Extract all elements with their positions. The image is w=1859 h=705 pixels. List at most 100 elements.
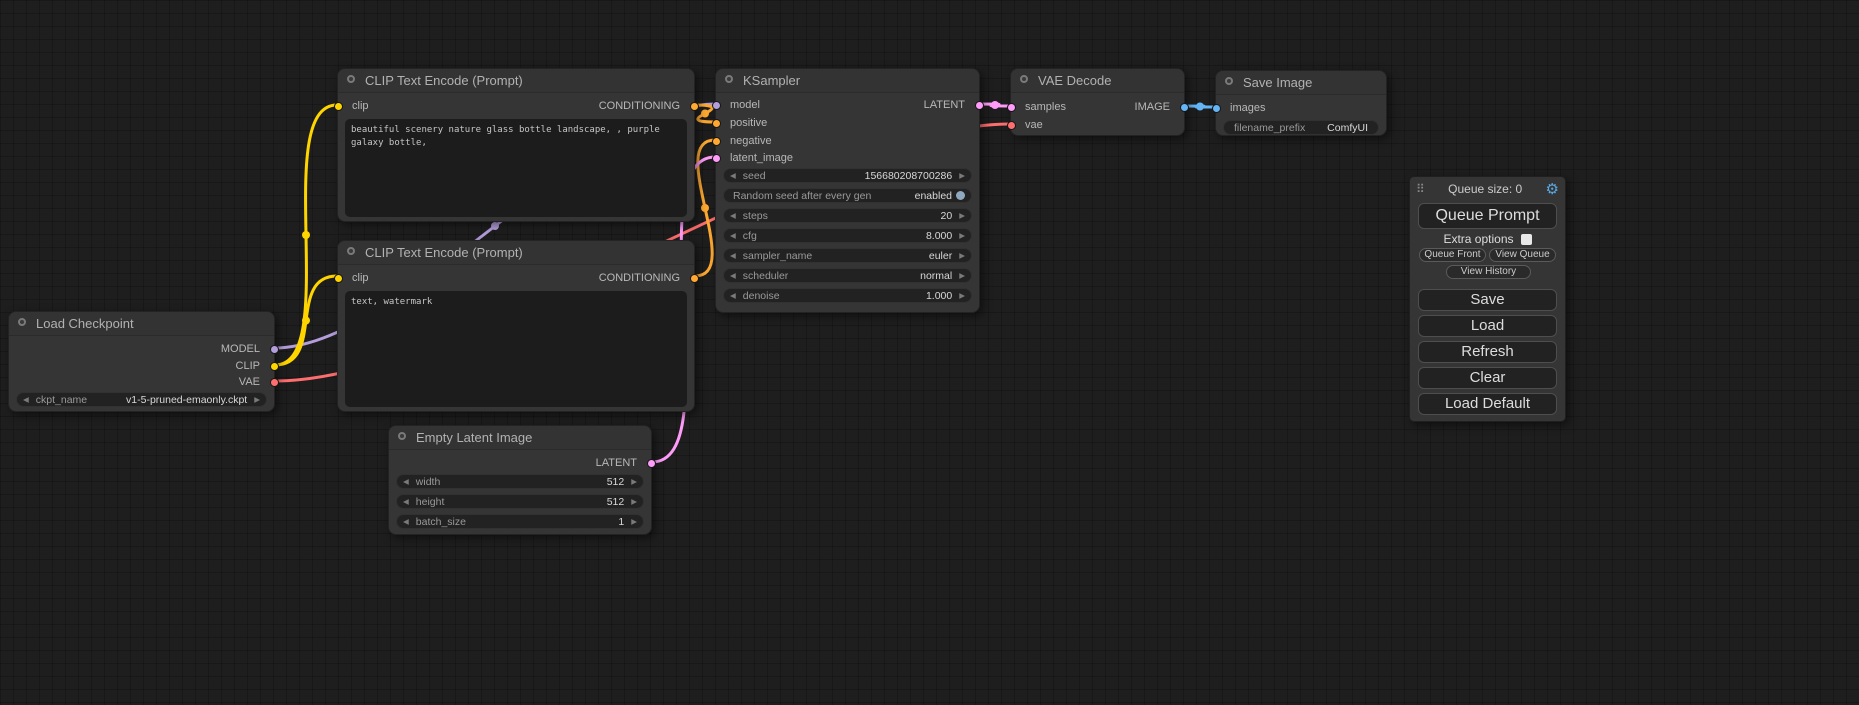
output-dot-conditioning[interactable] (690, 274, 699, 283)
node-clip-text-encode-positive[interactable]: CLIP Text Encode (Prompt) clip CONDITION… (337, 68, 695, 222)
view-history-button[interactable]: View History (1446, 265, 1531, 279)
graph-canvas[interactable]: Load Checkpoint MODEL CLIP VAE ◀ ckpt_na… (0, 0, 1859, 705)
increment-arrow-icon[interactable]: ▶ (631, 474, 637, 489)
prev-arrow-icon[interactable]: ◀ (730, 248, 736, 263)
node-title-bar[interactable]: Save Image (1216, 71, 1386, 95)
node-vae-decode[interactable]: VAE Decode samples IMAGE vae (1010, 68, 1185, 136)
next-arrow-icon[interactable]: ▶ (254, 392, 260, 407)
node-save-image[interactable]: Save Image images filename_prefix ComfyU… (1215, 70, 1387, 136)
output-slot-conditioning[interactable]: CONDITIONING (338, 270, 694, 286)
node-title-bar[interactable]: Empty Latent Image (389, 426, 651, 450)
prompt-textarea[interactable]: text, watermark (345, 291, 687, 407)
collapse-dot-icon[interactable] (725, 75, 733, 83)
drag-handle-icon[interactable]: ⠿ (1416, 182, 1425, 196)
output-slot-latent[interactable]: LATENT (716, 97, 979, 113)
widget-seed[interactable]: ◀ seed 156680208700286 ▶ (723, 168, 972, 183)
output-dot-latent[interactable] (647, 459, 656, 468)
next-arrow-icon[interactable]: ▶ (959, 268, 965, 283)
next-arrow-icon[interactable]: ▶ (959, 248, 965, 263)
widget-ckpt-name[interactable]: ◀ ckpt_name v1-5-pruned-emaonly.ckpt ▶ (16, 392, 267, 407)
node-title-bar[interactable]: KSampler (716, 69, 979, 93)
extra-options-checkbox[interactable] (1521, 234, 1532, 245)
output-slot-latent[interactable]: LATENT (389, 455, 651, 471)
collapse-dot-icon[interactable] (1225, 77, 1233, 85)
slot-label: images (1216, 100, 1265, 116)
node-title-bar[interactable]: Load Checkpoint (9, 312, 274, 336)
widget-filename-prefix[interactable]: filename_prefix ComfyUI (1223, 120, 1379, 135)
prev-arrow-icon[interactable]: ◀ (23, 392, 29, 407)
output-slot-model[interactable]: MODEL (9, 341, 274, 357)
clear-button[interactable]: Clear (1418, 367, 1557, 389)
load-button[interactable]: Load (1418, 315, 1557, 337)
increment-arrow-icon[interactable]: ▶ (631, 514, 637, 529)
node-title-bar[interactable]: CLIP Text Encode (Prompt) (338, 241, 694, 265)
increment-arrow-icon[interactable]: ▶ (959, 208, 965, 223)
refresh-button[interactable]: Refresh (1418, 341, 1557, 363)
output-slot-conditioning[interactable]: CONDITIONING (338, 98, 694, 114)
widget-height[interactable]: ◀ height 512 ▶ (396, 494, 644, 509)
input-slot-negative[interactable]: negative (716, 133, 979, 149)
queue-front-button[interactable]: Queue Front (1419, 248, 1486, 262)
increment-arrow-icon[interactable]: ▶ (959, 228, 965, 243)
node-ksampler[interactable]: KSampler model LATENT positive negative … (715, 68, 980, 313)
widget-steps[interactable]: ◀ steps 20 ▶ (723, 208, 972, 223)
output-slot-image[interactable]: IMAGE (1011, 99, 1184, 115)
view-queue-button[interactable]: View Queue (1489, 248, 1556, 262)
output-dot-vae[interactable] (270, 378, 279, 387)
toggle-dot[interactable] (956, 191, 965, 200)
widget-sampler-name[interactable]: ◀ sampler_name euler ▶ (723, 248, 972, 263)
save-button[interactable]: Save (1418, 289, 1557, 311)
widget-scheduler[interactable]: ◀ scheduler normal ▶ (723, 268, 972, 283)
input-dot-images[interactable] (1212, 104, 1221, 113)
decrement-arrow-icon[interactable]: ◀ (730, 168, 736, 183)
input-dot-positive[interactable] (712, 119, 721, 128)
widget-cfg[interactable]: ◀ cfg 8.000 ▶ (723, 228, 972, 243)
widget-width[interactable]: ◀ width 512 ▶ (396, 474, 644, 489)
node-title-bar[interactable]: VAE Decode (1011, 69, 1184, 93)
decrement-arrow-icon[interactable]: ◀ (403, 474, 409, 489)
settings-gear-icon[interactable]: ⚙ (1546, 182, 1559, 197)
widget-denoise[interactable]: ◀ denoise 1.000 ▶ (723, 288, 972, 303)
decrement-arrow-icon[interactable]: ◀ (730, 288, 736, 303)
collapse-dot-icon[interactable] (347, 247, 355, 255)
queue-prompt-button[interactable]: Queue Prompt (1418, 203, 1557, 229)
slot-label: CONDITIONING (599, 270, 694, 286)
node-clip-text-encode-negative[interactable]: CLIP Text Encode (Prompt) clip CONDITION… (337, 240, 695, 412)
output-slot-clip[interactable]: CLIP (9, 358, 274, 374)
output-dot-conditioning[interactable] (690, 102, 699, 111)
output-dot-image[interactable] (1180, 103, 1189, 112)
decrement-arrow-icon[interactable]: ◀ (730, 208, 736, 223)
widget-label: width (416, 476, 441, 488)
node-load-checkpoint[interactable]: Load Checkpoint MODEL CLIP VAE ◀ ckpt_na… (8, 311, 275, 412)
output-dot-latent[interactable] (975, 101, 984, 110)
increment-arrow-icon[interactable]: ▶ (959, 288, 965, 303)
widget-batch-size[interactable]: ◀ batch_size 1 ▶ (396, 514, 644, 529)
decrement-arrow-icon[interactable]: ◀ (403, 514, 409, 529)
widget-value: 20 (941, 210, 953, 222)
output-dot-clip[interactable] (270, 362, 279, 371)
output-slot-vae[interactable]: VAE (9, 374, 274, 390)
prev-arrow-icon[interactable]: ◀ (730, 268, 736, 283)
node-empty-latent-image[interactable]: Empty Latent Image LATENT ◀ width 512 ▶ … (388, 425, 652, 535)
node-title-bar[interactable]: CLIP Text Encode (Prompt) (338, 69, 694, 93)
prompt-textarea[interactable]: beautiful scenery nature glass bottle la… (345, 119, 687, 217)
widget-control-after-generate[interactable]: Random seed after every gen enabled (723, 188, 972, 203)
extra-options-row: Extra options (1410, 231, 1565, 247)
collapse-dot-icon[interactable] (18, 318, 26, 326)
input-slot-vae[interactable]: vae (1011, 117, 1184, 133)
decrement-arrow-icon[interactable]: ◀ (730, 228, 736, 243)
input-slot-latent-image[interactable]: latent_image (716, 150, 979, 166)
input-slot-positive[interactable]: positive (716, 115, 979, 131)
input-slot-images[interactable]: images (1216, 100, 1386, 116)
input-dot-negative[interactable] (712, 137, 721, 146)
collapse-dot-icon[interactable] (398, 432, 406, 440)
load-default-button[interactable]: Load Default (1418, 393, 1557, 415)
increment-arrow-icon[interactable]: ▶ (631, 494, 637, 509)
input-dot-latent-image[interactable] (712, 154, 721, 163)
output-dot-model[interactable] (270, 345, 279, 354)
collapse-dot-icon[interactable] (1020, 75, 1028, 83)
collapse-dot-icon[interactable] (347, 75, 355, 83)
decrement-arrow-icon[interactable]: ◀ (403, 494, 409, 509)
input-dot-vae[interactable] (1007, 121, 1016, 130)
increment-arrow-icon[interactable]: ▶ (959, 168, 965, 183)
